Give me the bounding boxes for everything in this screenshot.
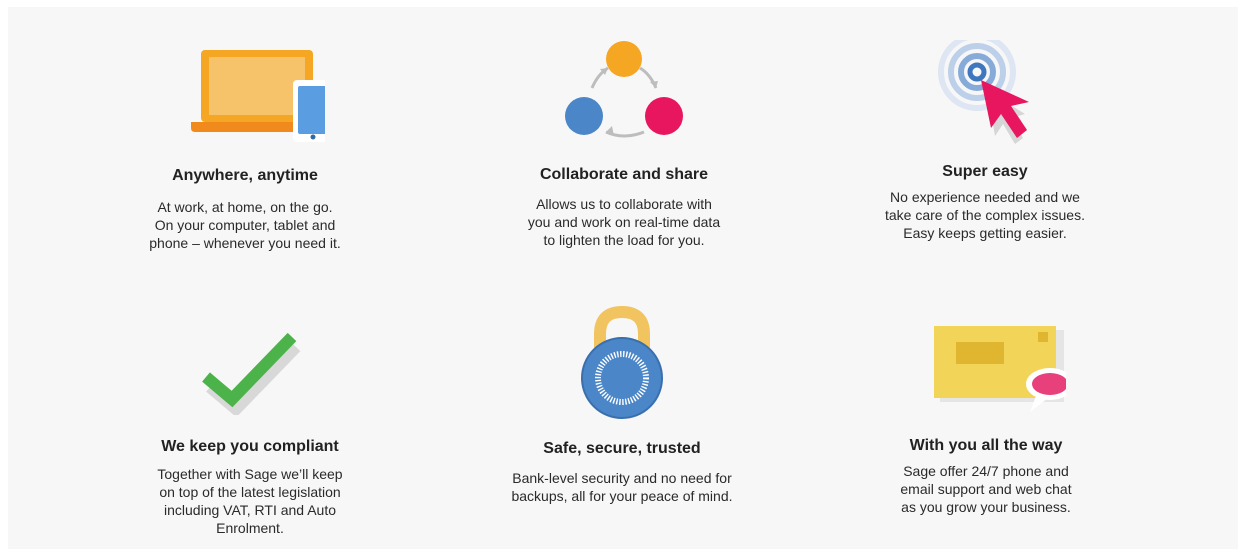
description-line: phone – whenever you need it. [149, 235, 341, 251]
feature-anywhere-anytime: Anywhere, anytime At work, at home, on t… [105, 40, 385, 260]
feature-title: Anywhere, anytime [172, 167, 318, 184]
description-line: as you grow your business. [901, 499, 1071, 515]
feature-title: Collaborate and share [539, 166, 709, 183]
feature-title: We keep you compliant [161, 438, 339, 455]
description-line: Together with Sage we’ll keep [157, 466, 343, 482]
feature-description: No experience needed and we take care of… [845, 188, 1125, 242]
description-line: No experience needed and we [890, 189, 1080, 205]
description-line: Enrolment. [216, 520, 284, 536]
feature-description: Sage offer 24/7 phone and email support … [846, 462, 1126, 516]
feature-super-easy: Super easy No experience needed and we t… [845, 40, 1125, 260]
feature-description: Together with Sage we’ll keep on top of … [110, 465, 390, 537]
description-line: on top of the latest legislation [159, 484, 341, 500]
laptop-tablet-icon [105, 40, 385, 160]
feature-collaborate-share: Collaborate and share Allows us to colla… [484, 40, 764, 260]
envelope-chat-icon [846, 318, 1126, 438]
description-line: take care of the complex issues. [885, 207, 1085, 223]
description-line: Allows us to collaborate with [536, 196, 712, 212]
feature-with-you: With you all the way Sage offer 24/7 pho… [846, 318, 1126, 538]
feature-description: At work, at home, on the go. On your com… [105, 198, 385, 252]
description-line: Sage offer 24/7 phone and [903, 463, 1069, 479]
feature-description: Bank-level security and no need for back… [482, 469, 762, 505]
checkmark-icon [110, 325, 390, 445]
feature-title: Super easy [942, 163, 1028, 180]
feature-description: Allows us to collaborate with you and wo… [484, 195, 764, 249]
collaborate-cycle-icon [484, 40, 764, 160]
feature-title: With you all the way [909, 437, 1063, 454]
description-line: At work, at home, on the go. [157, 199, 333, 215]
feature-title: Safe, secure, trusted [543, 440, 701, 457]
description-line: email support and web chat [900, 481, 1072, 497]
target-cursor-icon [845, 40, 1125, 160]
description-line: including VAT, RTI and Auto [164, 502, 336, 518]
description-line: On your computer, tablet and [154, 217, 336, 233]
description-line: backups, all for your peace of mind. [511, 488, 733, 504]
padlock-icon [482, 300, 762, 420]
description-line: Bank-level security and no need for [512, 470, 732, 486]
description-line: to lighten the load for you. [543, 232, 705, 248]
description-line: Easy keeps getting easier. [903, 225, 1067, 241]
feature-compliant: We keep you compliant Together with Sage… [110, 325, 390, 550]
description-line: you and work on real-time data [527, 214, 721, 230]
feature-safe-secure: Safe, secure, trusted Bank-level securit… [482, 300, 762, 520]
